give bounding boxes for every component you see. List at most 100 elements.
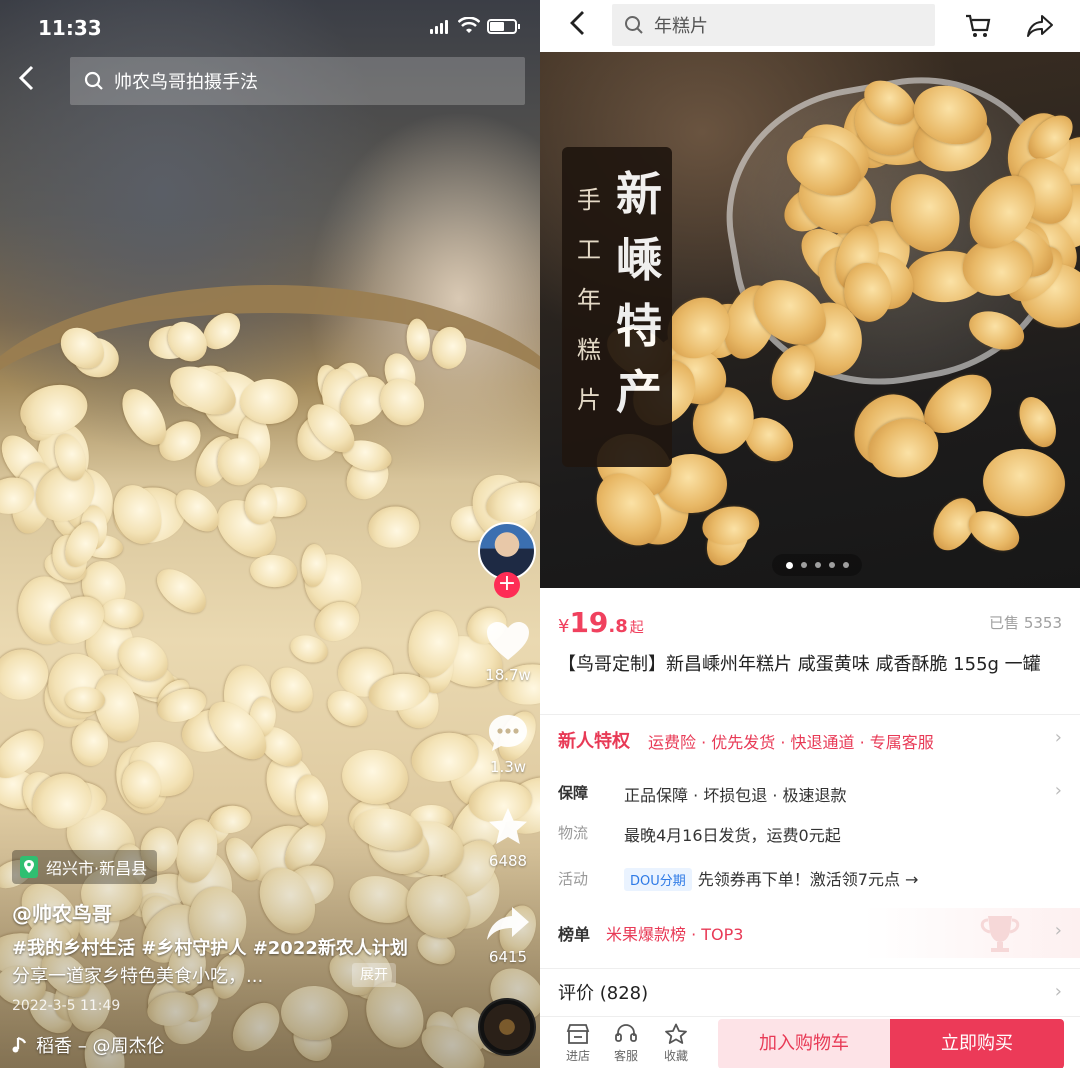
product-panel: 年糕片 手工年糕片 新嵊特产 ¥19.8 起 已售 5353 【鸟哥定制】新昌嵊… <box>540 0 1080 1068</box>
flake <box>160 313 215 369</box>
new-user-items: 运费险 · 优先发货 · 快退通道 · 专属客服 <box>648 733 934 752</box>
expand-button[interactable]: 展开 <box>352 963 396 987</box>
favorite-label: 收藏 <box>663 1049 688 1063</box>
carousel-dot <box>800 562 807 568</box>
comment-button[interactable]: 1.3w <box>476 712 540 776</box>
product-search-bar[interactable]: 年糕片 <box>612 4 935 46</box>
price-decimal: .8 <box>608 616 628 637</box>
guarantee-value: 正品保障 · 坏损包退 · 极速退款 <box>624 786 847 805</box>
ranking-row[interactable]: 榜单 米果爆款榜 · TOP3 › <box>540 908 1080 958</box>
dou-badge: DOU分期 <box>624 868 692 891</box>
wifi-icon <box>458 17 480 33</box>
headset-icon <box>615 1024 637 1042</box>
carousel-dot <box>842 562 849 568</box>
shipping-value: 最晚4月16日发货，运费0元起 <box>624 826 841 845</box>
sold-count: 已售 5353 <box>989 614 1062 632</box>
star-icon <box>489 808 527 844</box>
favorite-product-button[interactable]: 收藏 <box>656 1023 696 1064</box>
share-icon[interactable] <box>1026 12 1054 40</box>
follow-button[interactable]: + <box>494 572 520 598</box>
hashtags[interactable]: #我的乡村生活 #乡村守护人 #2022新农人计划 <box>12 938 408 959</box>
shop-button[interactable]: 进店 <box>558 1023 598 1064</box>
video-search-bar[interactable]: 帅农鸟哥拍摄手法 <box>70 57 525 105</box>
status-bar: 11:33 <box>0 0 540 56</box>
location-text: 绍兴市·新昌县 <box>46 859 148 878</box>
promo-label: 活动 <box>558 870 589 888</box>
share-count: 6415 <box>488 948 528 966</box>
promo-value[interactable]: DOU分期 先领券再下单！激活领7元点 → <box>624 866 918 891</box>
cart-icon[interactable] <box>964 12 992 40</box>
flake <box>338 746 412 809</box>
bottom-action-bar: 进店 客服 收藏 加入购物车 立即购买 <box>540 1016 1080 1068</box>
location-pin-icon <box>20 856 38 878</box>
chevron-right-icon: › <box>1054 981 1062 1002</box>
carousel-indicator <box>772 554 862 576</box>
status-time: 11:33 <box>38 16 102 40</box>
chevron-right-icon: › <box>1054 727 1062 748</box>
buy-now-button[interactable]: 立即购买 <box>890 1019 1064 1068</box>
like-button[interactable]: 18.7w <box>476 620 540 684</box>
new-user-benefits[interactable]: 新人特权 运费险 · 优先发货 · 快退通道 · 专属客服 › <box>540 714 1080 762</box>
flake <box>149 560 214 621</box>
price-row: ¥19.8 起 已售 5353 <box>540 606 1080 642</box>
price-currency: ¥ <box>558 616 570 637</box>
product-image-carousel[interactable]: 手工年糕片 新嵊特产 <box>540 52 1080 588</box>
comment-count: 1.3w <box>489 758 527 776</box>
shop-label: 进店 <box>565 1049 590 1063</box>
search-icon <box>625 16 643 34</box>
shop-icon <box>566 1024 590 1044</box>
description-text: 分享一道家乡特色美食小吃，... <box>12 966 264 987</box>
comment-icon <box>489 715 527 751</box>
product-search-text: 年糕片 <box>654 16 708 37</box>
heart-icon <box>487 622 529 660</box>
share-button[interactable]: 6415 <box>476 904 540 966</box>
reviews-label: 评价 (828) <box>558 983 649 1004</box>
reviews-row[interactable]: 评价 (828) › <box>540 968 1080 1014</box>
flake <box>429 325 469 372</box>
product-title: 【鸟哥定制】新昌嵊州年糕片 咸蛋黄味 咸香酥脆 155g 一罐 <box>558 654 1041 675</box>
chevron-right-icon: › <box>1054 920 1062 941</box>
service-button[interactable]: 客服 <box>606 1023 646 1064</box>
video-panel[interactable]: 11:33 帅农鸟哥拍摄手法 + 18.7w 1.3w 6488 6415 绍兴… <box>0 0 540 1068</box>
add-to-cart-button[interactable]: 加入购物车 <box>718 1019 890 1068</box>
favorite-button[interactable]: 6488 <box>476 806 540 870</box>
price: ¥19.8 起 <box>558 606 644 639</box>
back-icon[interactable] <box>568 9 586 44</box>
flake <box>248 552 298 589</box>
flake <box>404 317 432 362</box>
service-label: 客服 <box>613 1049 638 1063</box>
ranking-value: 米果爆款榜 · TOP3 <box>606 925 744 944</box>
service-info[interactable]: 保障 正品保障 · 坏损包退 · 极速退款 › 物流 最晚4月16日发货，运费0… <box>540 770 1080 904</box>
video-search-text: 帅农鸟哥拍摄手法 <box>114 72 258 93</box>
music-disc[interactable] <box>478 998 536 1056</box>
back-icon[interactable] <box>16 64 40 98</box>
video-date: 2022-3-5 11:49 <box>12 998 121 1014</box>
ranking-label: 榜单 <box>558 925 591 944</box>
price-suffix: 起 <box>629 620 644 636</box>
shipping-label: 物流 <box>558 824 589 842</box>
like-count: 18.7w <box>485 666 531 684</box>
price-integer: 19 <box>569 606 609 639</box>
banner-right-text: 新嵊特产 <box>616 167 662 419</box>
flake <box>1012 391 1064 454</box>
guarantee-label: 保障 <box>558 784 589 802</box>
flake <box>979 445 1067 520</box>
carousel-dot <box>785 561 793 569</box>
music-info[interactable]: 稻香 – @周杰伦 <box>12 1032 164 1058</box>
trophy-icon <box>980 916 1020 952</box>
battery-icon <box>487 19 520 34</box>
music-text: 稻香 – @周杰伦 <box>36 1036 165 1057</box>
favorite-count: 6488 <box>488 852 528 870</box>
music-note-icon <box>12 1036 27 1053</box>
share-icon <box>487 907 529 940</box>
search-icon <box>84 71 103 90</box>
banner-left-text: 手工年糕片 <box>577 186 601 414</box>
location-tag[interactable]: 绍兴市·新昌县 <box>12 850 158 884</box>
flake <box>365 504 423 552</box>
flake <box>240 378 299 425</box>
star-outline-icon <box>665 1023 687 1044</box>
chevron-right-icon: › <box>1054 780 1062 801</box>
promo-text: 先领券再下单！激活领7元点 → <box>697 870 919 889</box>
product-banner: 手工年糕片 新嵊特产 <box>562 147 672 467</box>
author-name[interactable]: @帅农鸟哥 <box>12 898 112 927</box>
